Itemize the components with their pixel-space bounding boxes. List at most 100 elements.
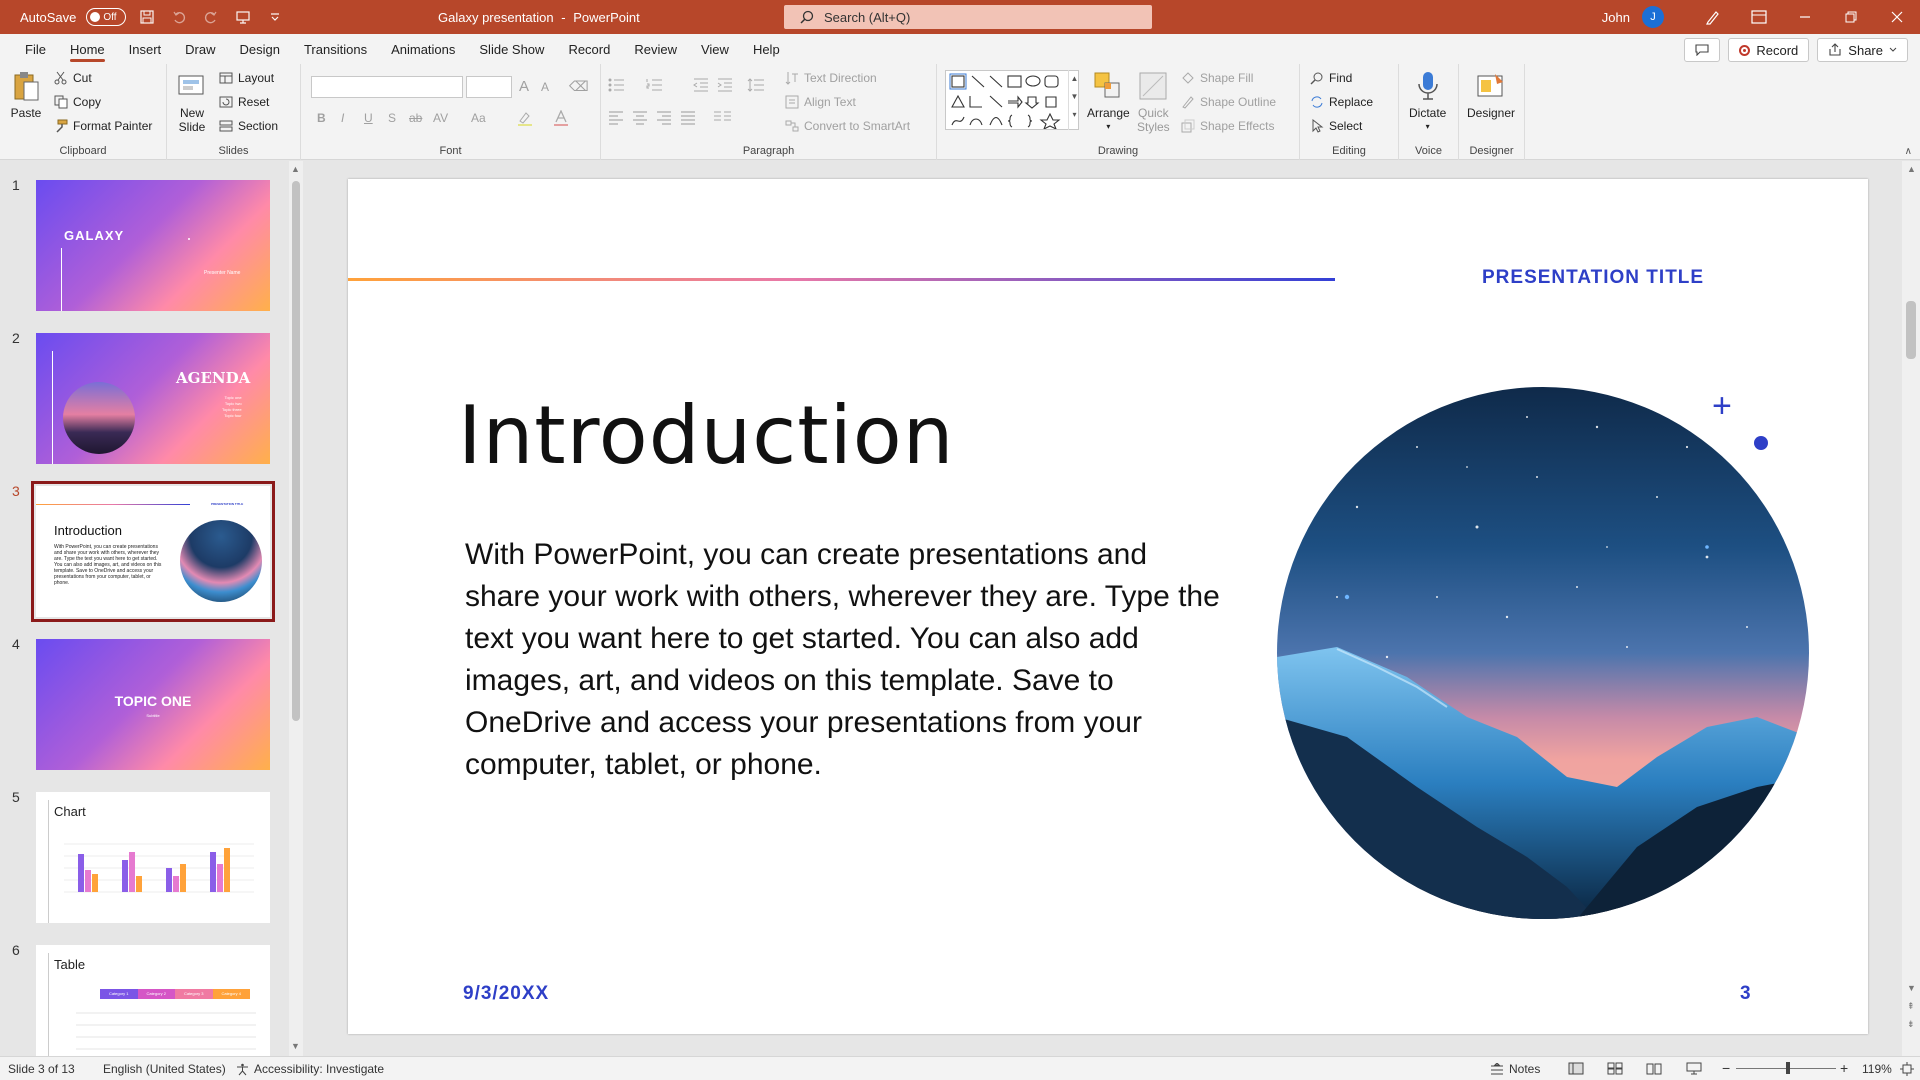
shapes-gallery[interactable]: [945, 70, 1079, 131]
scrollbar-thumb[interactable]: [1906, 301, 1916, 359]
ribbon-display-icon[interactable]: [1736, 0, 1782, 34]
next-slide-icon[interactable]: ⇟: [1907, 1019, 1915, 1030]
text-direction-button[interactable]: Text Direction: [785, 71, 877, 85]
layout-button[interactable]: Layout: [219, 71, 274, 85]
convert-smartart-button[interactable]: Convert to SmartArt: [785, 119, 910, 133]
user-name[interactable]: John: [1602, 10, 1630, 25]
autosave-toggle[interactable]: Off: [86, 8, 127, 26]
quick-styles-button[interactable]: Quick Styles: [1137, 70, 1170, 134]
scroll-down-icon[interactable]: ▼: [291, 1041, 300, 1051]
tab-design[interactable]: Design: [228, 34, 292, 64]
slide-thumbnail-6[interactable]: Table Category 1 Category 2 Category 3 C…: [36, 945, 270, 1056]
undo-icon[interactable]: [168, 6, 190, 28]
reset-button[interactable]: Reset: [219, 95, 269, 109]
present-icon[interactable]: [232, 6, 254, 28]
slide-date[interactable]: 9/3/20XX: [463, 983, 549, 1005]
replace-button[interactable]: Replace: [1310, 95, 1373, 109]
zoom-level[interactable]: 119%: [1862, 1062, 1892, 1076]
record-button[interactable]: Record: [1728, 38, 1810, 62]
change-case-button[interactable]: Aa: [471, 111, 486, 125]
slide-title[interactable]: Introduction: [458, 389, 954, 482]
tab-slide-show[interactable]: Slide Show: [467, 34, 556, 64]
notes-button[interactable]: Notes: [1490, 1062, 1540, 1076]
save-icon[interactable]: [136, 6, 158, 28]
align-left-icon[interactable]: [608, 111, 624, 125]
presentation-title[interactable]: PRESENTATION TITLE: [1482, 267, 1704, 289]
prev-slide-icon[interactable]: ⇞: [1907, 1001, 1915, 1012]
dictate-button[interactable]: Dictate ▾: [1409, 70, 1446, 134]
font-name-combo[interactable]: [311, 76, 463, 98]
arrange-button[interactable]: Arrange ▾: [1087, 70, 1130, 134]
select-button[interactable]: Select: [1310, 119, 1362, 133]
tab-record[interactable]: Record: [556, 34, 622, 64]
mountain-night-sky-image[interactable]: [1277, 387, 1809, 919]
highlight-icon[interactable]: [517, 110, 533, 126]
zoom-slider-knob[interactable]: [1786, 1062, 1790, 1074]
minimize-icon[interactable]: [1782, 0, 1828, 34]
columns-icon[interactable]: [713, 111, 733, 125]
slide-body-text[interactable]: With PowerPoint, you can create presenta…: [465, 534, 1225, 786]
pen-icon[interactable]: [1690, 0, 1736, 34]
slideshow-view-icon[interactable]: [1686, 1062, 1702, 1075]
bold-button[interactable]: B: [317, 111, 326, 125]
underline-button[interactable]: U: [364, 111, 373, 125]
shapes-scroll[interactable]: ▲ ▼ ▾: [1068, 70, 1080, 130]
scrollbar-thumb[interactable]: [292, 181, 300, 721]
grow-font-button[interactable]: A: [519, 78, 529, 95]
slide-sorter-icon[interactable]: [1607, 1062, 1623, 1075]
paste-button[interactable]: Paste: [10, 70, 42, 120]
collapse-ribbon-icon[interactable]: ∧: [1905, 146, 1912, 157]
comments-button[interactable]: [1684, 38, 1721, 62]
tab-view[interactable]: View: [689, 34, 741, 64]
slide-number[interactable]: 3: [1740, 983, 1751, 1005]
language[interactable]: English (United States): [103, 1062, 226, 1076]
numbering-icon[interactable]: [646, 78, 668, 92]
slide-thumbnail-3[interactable]: PRESENTATION TITLE Introduction With Pow…: [31, 481, 275, 622]
scroll-up-icon[interactable]: ▲: [1907, 164, 1916, 174]
slide-scrollbar[interactable]: ▲ ▼ ⇞ ⇟: [1902, 161, 1920, 1056]
zoom-in-icon[interactable]: +: [1840, 1060, 1848, 1076]
line-spacing-icon[interactable]: [747, 78, 765, 92]
copy-button[interactable]: Copy: [54, 95, 101, 109]
slide-thumbnail-2[interactable]: AGENDA Topic one Topic two Topic three T…: [36, 333, 270, 464]
tab-draw[interactable]: Draw: [173, 34, 227, 64]
increase-indent-icon[interactable]: [717, 78, 733, 92]
scroll-down-icon[interactable]: ▼: [1907, 983, 1916, 993]
shape-fill-button[interactable]: Shape Fill: [1181, 71, 1253, 85]
reading-view-icon[interactable]: [1646, 1062, 1662, 1075]
char-spacing-button[interactable]: AV: [433, 111, 448, 125]
shadow-button[interactable]: S: [388, 111, 396, 125]
tab-review[interactable]: Review: [622, 34, 689, 64]
cut-button[interactable]: Cut: [54, 71, 92, 85]
customize-qat-icon[interactable]: [264, 6, 286, 28]
redo-icon[interactable]: [200, 6, 222, 28]
shape-effects-button[interactable]: Shape Effects: [1181, 119, 1275, 133]
clear-format-icon[interactable]: ⌫: [569, 78, 589, 95]
zoom-out-icon[interactable]: −: [1722, 1060, 1730, 1076]
slide-canvas[interactable]: PRESENTATION TITLE Introduction With Pow…: [348, 179, 1868, 1034]
share-button[interactable]: Share: [1817, 38, 1908, 62]
tab-home[interactable]: Home: [58, 34, 117, 64]
avatar[interactable]: J: [1642, 6, 1664, 28]
thumbnail-scrollbar[interactable]: ▲ ▼: [289, 161, 303, 1056]
tab-animations[interactable]: Animations: [379, 34, 467, 64]
font-color-icon[interactable]: [553, 110, 569, 126]
tab-file[interactable]: File: [13, 34, 58, 64]
font-size-combo[interactable]: [466, 76, 512, 98]
align-center-icon[interactable]: [632, 111, 648, 125]
align-right-icon[interactable]: [656, 111, 672, 125]
designer-button[interactable]: Designer: [1467, 70, 1515, 120]
section-button[interactable]: Section: [219, 119, 278, 133]
normal-view-icon[interactable]: [1568, 1062, 1584, 1075]
bullets-icon[interactable]: [608, 78, 630, 92]
close-icon[interactable]: [1874, 0, 1920, 34]
restore-icon[interactable]: [1828, 0, 1874, 34]
accessibility-status[interactable]: Accessibility: Investigate: [236, 1062, 384, 1076]
new-slide-button[interactable]: New Slide: [176, 70, 208, 134]
scroll-up-icon[interactable]: ▲: [291, 164, 300, 174]
tab-transitions[interactable]: Transitions: [292, 34, 379, 64]
tab-help[interactable]: Help: [741, 34, 792, 64]
find-button[interactable]: Find: [1310, 71, 1352, 85]
tab-insert[interactable]: Insert: [117, 34, 174, 64]
justify-icon[interactable]: [680, 111, 696, 125]
